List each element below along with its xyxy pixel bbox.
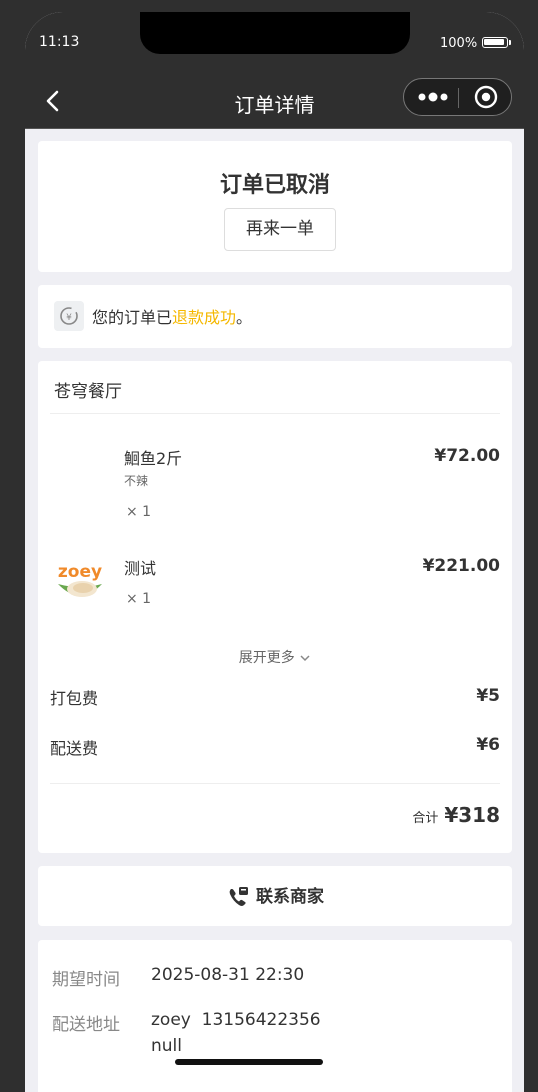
address-label: 配送地址 — [52, 1015, 120, 1035]
delivery-info-card: 期望时间 2025-08-31 22:30 配送地址 zoey 13156422… — [38, 940, 512, 1092]
phone-icon — [229, 887, 248, 906]
packing-fee-value: ¥5 — [476, 686, 500, 706]
item-price: ¥221.00 — [422, 556, 500, 576]
packing-fee-label: 打包费 — [50, 689, 99, 708]
status-bar: 11:13 100% — [25, 12, 524, 76]
nav-bar: 订单详情 — [25, 76, 524, 129]
contact-merchant-card[interactable]: 联系商家 — [38, 866, 512, 926]
total-value: ¥318 — [444, 803, 500, 827]
phone-screen: 11:13 100% 订单详情 订单已取消 再来一单 ¥ 您的订单已退款成功。 … — [25, 12, 524, 1092]
address-detail: null — [151, 1036, 182, 1056]
status-time: 11:13 — [39, 34, 80, 50]
capsule-divider — [458, 88, 459, 108]
order-status-title: 订单已取消 — [219, 173, 330, 198]
divider — [50, 413, 500, 414]
shop-name: 苍穹餐厅 — [54, 382, 122, 402]
refund-suffix: 。 — [236, 308, 253, 327]
refund-card: ¥ 您的订单已退款成功。 — [38, 285, 512, 348]
thumb-logo-text: zoey — [58, 562, 102, 582]
order-total: 合计 ¥318 — [412, 803, 500, 827]
delivery-fee-label: 配送费 — [50, 739, 99, 758]
expand-more-label: 展开更多 — [238, 650, 295, 666]
expected-time-value: 2025-08-31 22:30 — [151, 965, 305, 985]
address-contact: zoey 13156422356 — [151, 1010, 321, 1030]
item-quantity: × 1 — [126, 504, 152, 520]
expand-more-button[interactable]: 展开更多 — [38, 647, 512, 667]
battery-icon — [482, 37, 511, 48]
home-indicator — [175, 1059, 323, 1065]
item-name: 鮰鱼2斤 — [124, 449, 183, 468]
refund-icon: ¥ — [54, 301, 84, 331]
contact-merchant-button[interactable]: 联系商家 — [38, 882, 512, 909]
notch — [140, 12, 410, 54]
contact-merchant-label: 联系商家 — [256, 887, 324, 907]
total-label: 合计 — [412, 811, 439, 826]
more-icon[interactable] — [418, 88, 448, 106]
svg-text:¥: ¥ — [66, 313, 72, 323]
refund-status-highlight: 退款成功 — [172, 308, 237, 327]
battery-percent: 100% — [440, 36, 478, 51]
delivery-fee-value: ¥6 — [476, 735, 500, 755]
close-miniprogram-icon[interactable] — [474, 85, 498, 109]
divider — [50, 783, 500, 784]
item-spec: 不辣 — [124, 474, 149, 488]
mini-program-capsule — [403, 78, 512, 116]
order-status-card: 订单已取消 再来一单 — [38, 141, 512, 272]
item-price: ¥72.00 — [434, 446, 500, 466]
chevron-down-icon — [300, 655, 310, 662]
refund-prefix: 您的订单已 — [92, 308, 173, 327]
item-thumbnail: zoey — [58, 562, 102, 597]
expected-time-label: 期望时间 — [52, 970, 120, 990]
reorder-button[interactable]: 再来一单 — [224, 208, 336, 251]
item-name: 测试 — [124, 559, 157, 578]
refund-message: 您的订单已退款成功。 — [92, 304, 252, 328]
order-items-card: 苍穹餐厅 鮰鱼2斤 不辣 × 1 ¥72.00 zoey 测试 × 1 ¥221… — [38, 361, 512, 853]
item-quantity: × 1 — [126, 591, 152, 607]
